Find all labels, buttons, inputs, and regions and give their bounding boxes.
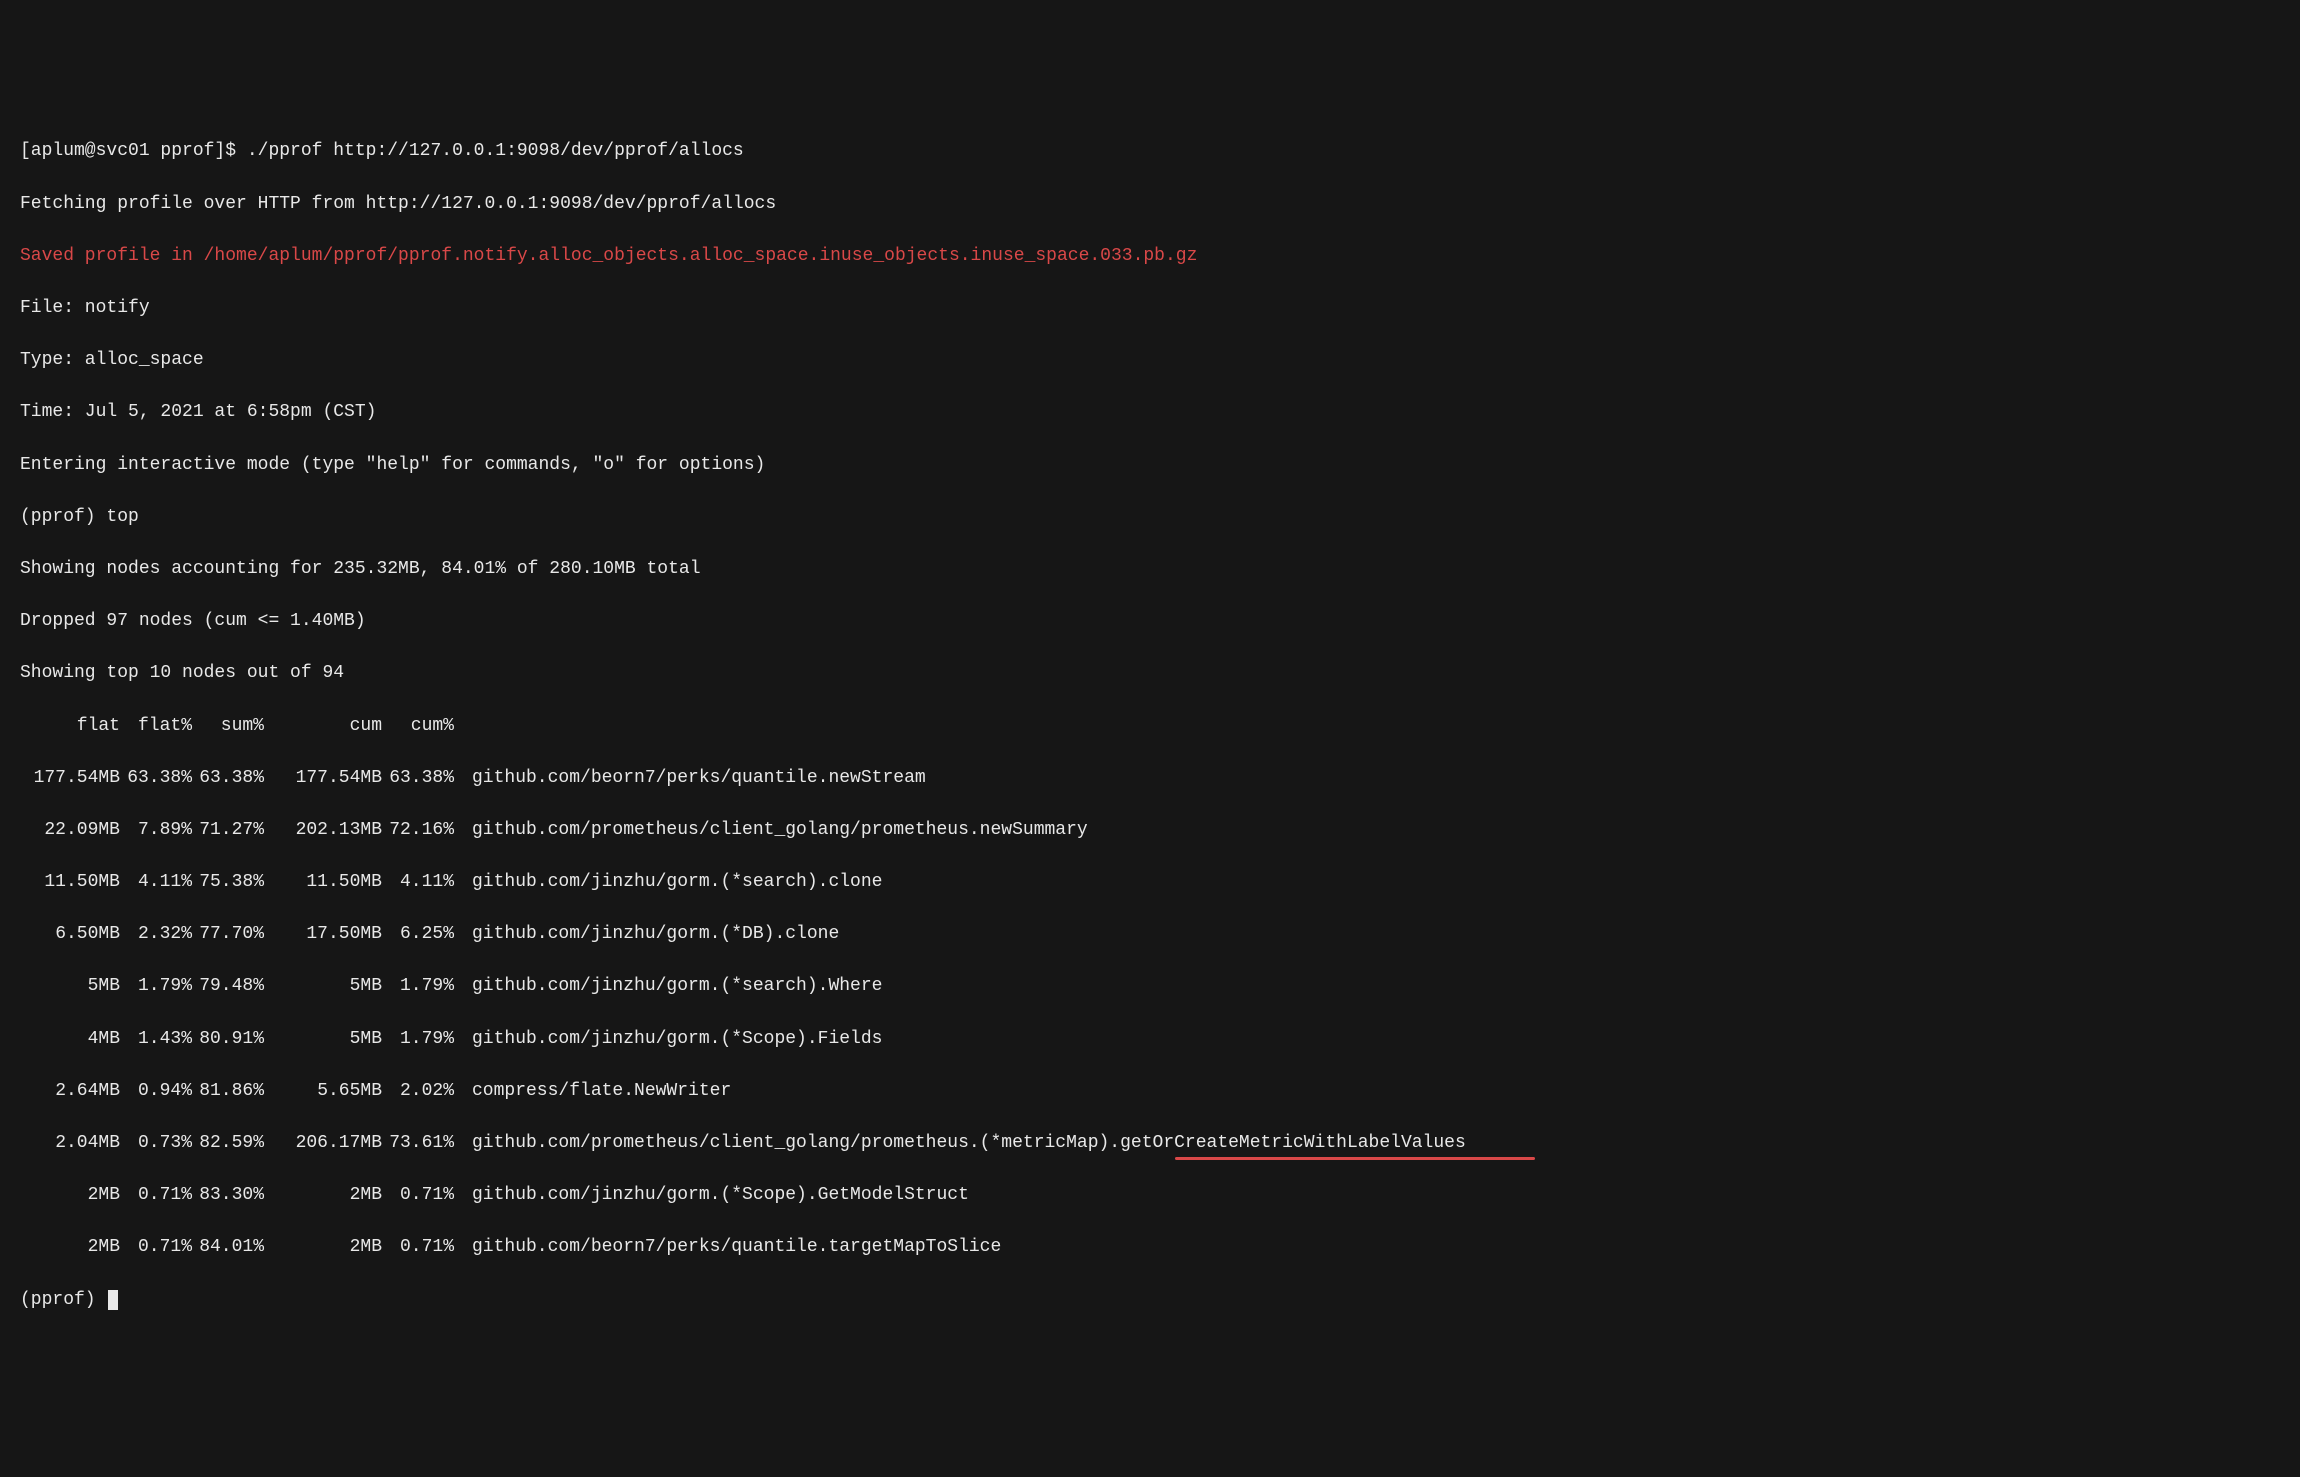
cell-flat-percent: 4.11% (120, 869, 192, 895)
pprof-prompt[interactable]: (pprof) (20, 1287, 2300, 1313)
cell-flat-percent: 0.94% (120, 1078, 192, 1104)
cell-cum-percent: 0.71% (382, 1234, 454, 1260)
cell-flat: 2MB (20, 1182, 120, 1208)
cell-sum-percent: 81.86% (192, 1078, 264, 1104)
fetching-line: Fetching profile over HTTP from http://1… (20, 191, 2300, 217)
header-cum-percent: cum% (382, 713, 454, 739)
cell-cum-percent: 72.16% (382, 817, 454, 843)
entering-mode-line: Entering interactive mode (type "help" f… (20, 452, 2300, 478)
cell-cum-percent: 1.79% (382, 1026, 454, 1052)
cell-flat-percent: 63.38% (120, 765, 192, 791)
cell-flat: 2.64MB (20, 1078, 120, 1104)
table-row: 22.09MB7.89%71.27% 202.13MB72.16%github.c… (20, 817, 2300, 843)
cell-flat-percent: 2.32% (120, 921, 192, 947)
table-row: 2.04MB0.73%82.59% 206.17MB73.61%github.co… (20, 1130, 2300, 1156)
cell-sum-percent: 63.38% (192, 765, 264, 791)
cell-flat: 11.50MB (20, 869, 120, 895)
file-line: File: notify (20, 295, 2300, 321)
cell-flat: 22.09MB (20, 817, 120, 843)
cell-function: github.com/jinzhu/gorm.(*Scope).Fields (454, 1026, 882, 1052)
pprof-prompt-text: (pprof) (20, 1290, 106, 1310)
cell-cum-percent: 73.61% (382, 1130, 454, 1156)
showing-top-line: Showing top 10 nodes out of 94 (20, 660, 2300, 686)
time-line: Time: Jul 5, 2021 at 6:58pm (CST) (20, 399, 2300, 425)
cell-sum-percent: 75.38% (192, 869, 264, 895)
table-row: 177.54MB63.38%63.38%177.54MB63.38%github… (20, 765, 2300, 791)
shell-prompt-line: [aplum@svc01 pprof]$ ./pprof http://127.… (20, 138, 2300, 164)
cell-cum: 202.13MB (282, 817, 382, 843)
header-cum: cum (282, 713, 382, 739)
table-row: 2.64MB0.94%81.86% 5.65MB2.02%compress/fla… (20, 1078, 2300, 1104)
cell-sum-percent: 83.30% (192, 1182, 264, 1208)
cell-sum-percent: 79.48% (192, 973, 264, 999)
cell-sum-percent: 77.70% (192, 921, 264, 947)
cell-flat: 6.50MB (20, 921, 120, 947)
cell-cum-percent: 2.02% (382, 1078, 454, 1104)
header-flat-percent: flat% (120, 713, 192, 739)
cell-function: github.com/beorn7/perks/quantile.newStre… (454, 765, 926, 791)
cell-cum: 5MB (282, 973, 382, 999)
cell-sum-percent: 71.27% (192, 817, 264, 843)
saved-profile-line: Saved profile in /home/aplum/pprof/pprof… (20, 243, 2300, 269)
cell-function: compress/flate.NewWriter (454, 1078, 731, 1104)
dropped-nodes-line: Dropped 97 nodes (cum <= 1.40MB) (20, 608, 2300, 634)
cell-sum-percent: 80.91% (192, 1026, 264, 1052)
terminal-output[interactable]: [aplum@svc01 pprof]$ ./pprof http://127.… (20, 112, 2300, 1338)
table-row: 6.50MB2.32%77.70% 17.50MB6.25%github.com/… (20, 921, 2300, 947)
type-line: Type: alloc_space (20, 347, 2300, 373)
pprof-top-line: (pprof) top (20, 504, 2300, 530)
cell-flat: 4MB (20, 1026, 120, 1052)
cell-cum: 17.50MB (282, 921, 382, 947)
header-flat: flat (20, 713, 120, 739)
annotation-underline (1175, 1157, 1535, 1160)
cell-sum-percent: 82.59% (192, 1130, 264, 1156)
cell-cum-percent: 6.25% (382, 921, 454, 947)
cell-flat-percent: 7.89% (120, 817, 192, 843)
cell-cum-percent: 4.11% (382, 869, 454, 895)
cell-cum: 2MB (282, 1182, 382, 1208)
cell-function: github.com/jinzhu/gorm.(*search).Where (454, 973, 882, 999)
cell-cum: 206.17MB (282, 1130, 382, 1156)
cell-cum-percent: 1.79% (382, 973, 454, 999)
table-row: 4MB1.43%80.91% 5MB1.79%github.com/jinzhu/… (20, 1026, 2300, 1052)
cell-cum: 177.54MB (282, 765, 382, 791)
cell-flat-percent: 0.73% (120, 1130, 192, 1156)
cell-function: github.com/jinzhu/gorm.(*DB).clone (454, 921, 839, 947)
cell-cum-percent: 0.71% (382, 1182, 454, 1208)
cell-flat: 5MB (20, 973, 120, 999)
cell-flat: 2.04MB (20, 1130, 120, 1156)
showing-nodes-line: Showing nodes accounting for 235.32MB, 8… (20, 556, 2300, 582)
cell-cum: 2MB (282, 1234, 382, 1260)
table-row: 2MB0.71%83.30%2MB0.71%github.com/jinzhu/… (20, 1182, 2300, 1208)
cell-flat-percent: 1.43% (120, 1026, 192, 1052)
cell-flat-percent: 1.79% (120, 973, 192, 999)
header-sum-percent: sum% (192, 713, 264, 739)
cell-flat: 177.54MB (20, 765, 120, 791)
cell-flat-percent: 0.71% (120, 1182, 192, 1208)
cell-function: github.com/prometheus/client_golang/prom… (454, 817, 1088, 843)
cell-flat: 2MB (20, 1234, 120, 1260)
cursor-icon (108, 1290, 118, 1310)
cell-flat-percent: 0.71% (120, 1234, 192, 1260)
cell-function: github.com/jinzhu/gorm.(*search).clone (454, 869, 882, 895)
cell-cum: 5MB (282, 1026, 382, 1052)
table-row: 2MB0.71%84.01%2MB0.71%github.com/beorn7/… (20, 1234, 2300, 1260)
cell-function: github.com/prometheus/client_golang/prom… (454, 1130, 1466, 1156)
cell-sum-percent: 84.01% (192, 1234, 264, 1260)
cell-cum: 5.65MB (282, 1078, 382, 1104)
table-header: flatflat%sum% cumcum% (20, 713, 2300, 739)
table-row: 5MB1.79%79.48%5MB1.79%github.com/jinzhu/… (20, 973, 2300, 999)
cell-function: github.com/jinzhu/gorm.(*Scope).GetModel… (454, 1182, 969, 1208)
cell-cum: 11.50MB (282, 869, 382, 895)
cell-function: github.com/beorn7/perks/quantile.targetM… (454, 1234, 1001, 1260)
table-row: 11.50MB4.11%75.38%11.50MB4.11%github.com… (20, 869, 2300, 895)
cell-cum-percent: 63.38% (382, 765, 454, 791)
